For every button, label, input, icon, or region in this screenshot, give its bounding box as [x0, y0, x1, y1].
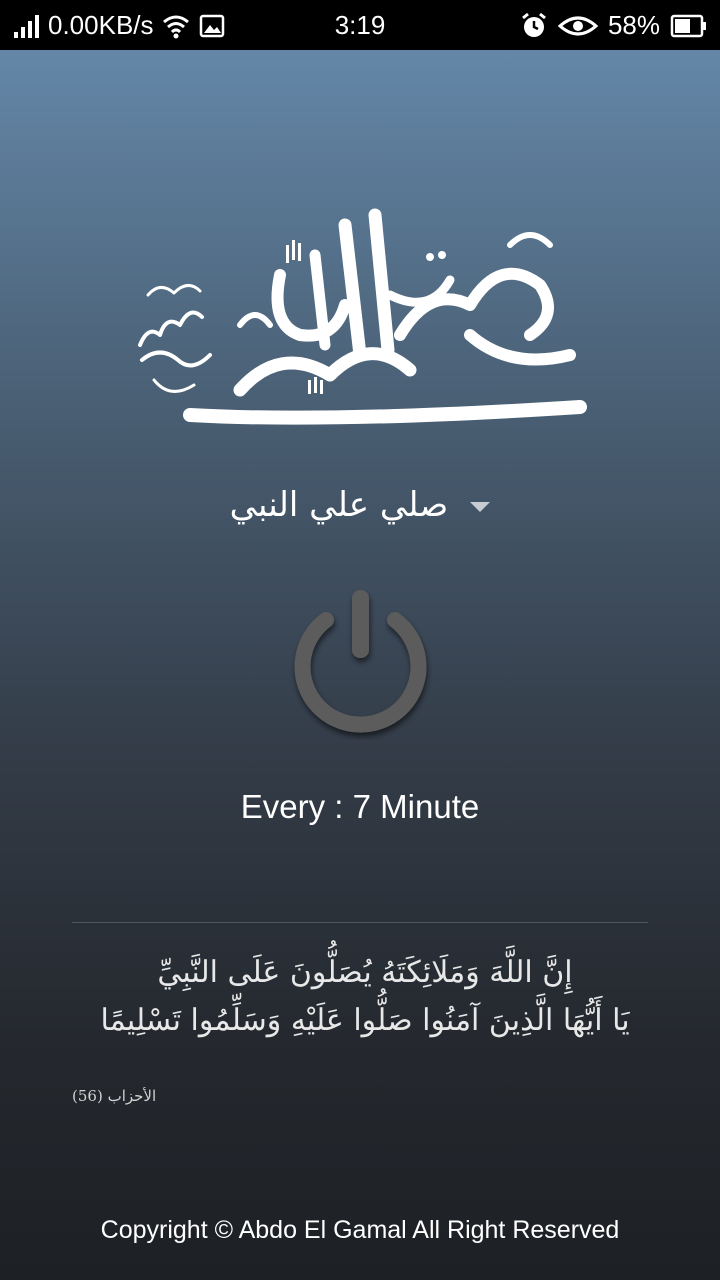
battery-icon: [670, 14, 706, 37]
status-bar: 0.00KB/s 3:19 58%: [0, 0, 720, 50]
interval-text: Every : 7 Minute: [240, 788, 480, 825]
eye-icon: [557, 16, 598, 35]
power-icon[interactable]: [288, 585, 433, 740]
status-right: 58%: [520, 10, 708, 41]
divider: [72, 922, 648, 923]
dropdown-arrow-icon: [470, 502, 491, 512]
muhammad-rasulullah-calligraphy-icon: [138, 208, 587, 425]
copyright-text: Copyright © Abdo El Gamal All Right Rese…: [100, 1216, 620, 1244]
app-main: صلي علي النبي Every : 7 Minute إِنَّ الل…: [0, 50, 720, 1280]
alarm-icon: [522, 12, 546, 37]
verse-reference: الأحزاب (56): [72, 1087, 157, 1105]
dhikr-selected-value: صلي علي النبي: [229, 485, 449, 525]
quran-verse: إِنَّ اللَّهَ وَمَلَائِكَتَهُ يُصَلُّونَ…: [80, 950, 650, 1046]
dhikr-selector-dropdown[interactable]: صلي علي النبي: [0, 475, 720, 535]
verse-line-1: إِنَّ اللَّهَ وَمَلَائِكَتَهُ يُصَلُّونَ…: [157, 955, 573, 990]
verse-line-2: يَا أَيُّهَا الَّذِينَ آمَنُوا صَلُّوا ع…: [100, 1003, 630, 1038]
battery-percent: 58%: [607, 10, 660, 40]
